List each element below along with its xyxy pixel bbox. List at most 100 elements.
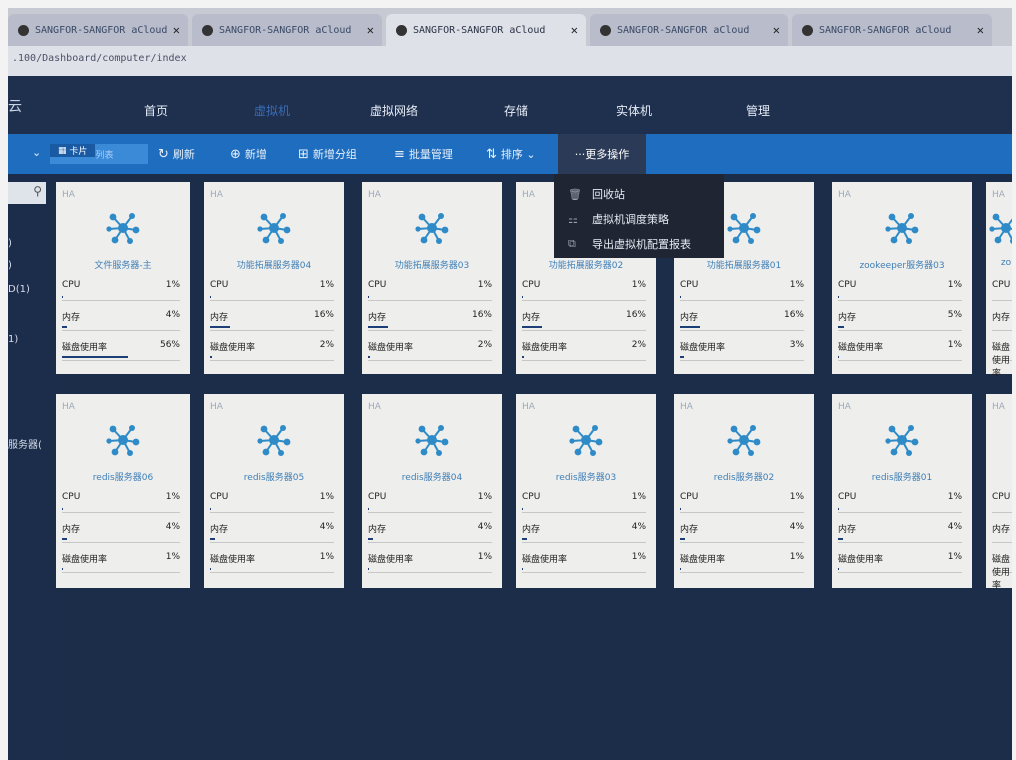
vm-name[interactable]: redis服务器05: [204, 470, 344, 483]
metric-label: CPU: [522, 280, 541, 290]
add-button[interactable]: ⊕ 新增: [230, 146, 267, 162]
ha-badge: HA: [992, 402, 1005, 412]
cpu-metric: CPU 1%: [838, 278, 962, 301]
vm-name[interactable]: redis服务器06: [56, 470, 190, 483]
memory-metric: 内存 16%: [210, 308, 334, 331]
close-tab-icon[interactable]: ✕: [571, 23, 578, 37]
vm-network-icon: [254, 208, 294, 248]
sort-icon: ⇅: [486, 146, 497, 162]
address-bar[interactable]: .100/Dashboard/computer/index: [8, 46, 1012, 76]
vm-name[interactable]: 功能拓展服务器01: [674, 258, 814, 271]
metric-value: 1%: [165, 552, 180, 562]
ha-badge: HA: [210, 190, 223, 200]
refresh-button[interactable]: ↻ 刷新: [158, 146, 195, 162]
browser-tab[interactable]: SANGFOR-SANGFOR aCloud ✕: [590, 14, 788, 46]
memory-metric: 内存 4%: [210, 520, 334, 543]
vm-card[interactable]: HA redis服务器03 CPU 1% 内存 4% 磁盘使用率 1%: [516, 394, 656, 588]
browser-tab[interactable]: SANGFOR-SANGFOR aCloud ✕: [192, 14, 382, 46]
vm-name[interactable]: 功能拓展服务器04: [204, 258, 344, 271]
sidebar-item[interactable]: ): [8, 238, 12, 249]
sidebar-item[interactable]: ): [8, 260, 12, 271]
metric-label: 内存: [210, 525, 229, 535]
refresh-icon: ↻: [158, 146, 169, 162]
close-tab-icon[interactable]: ✕: [977, 23, 984, 37]
menu-item-export-report[interactable]: ⧉ 导出虚拟机配置报表: [568, 236, 691, 252]
export-icon: ⧉: [568, 237, 576, 250]
sidebar-item[interactable]: D(1): [8, 284, 30, 295]
vm-network-icon: [103, 208, 143, 248]
sort-button[interactable]: ⇅ 排序 ⌄: [486, 146, 536, 162]
vm-name[interactable]: redis服务器01: [832, 470, 972, 483]
vm-card[interactable]: HA redis服务器06 CPU 1% 内存 4% 磁盘使用率 1%: [56, 394, 190, 588]
vm-card[interactable]: HA CPU 内存 磁盘使用率: [986, 394, 1012, 591]
nav-virtual-network[interactable]: 虚拟网络: [370, 102, 418, 119]
nav-storage[interactable]: 存储: [504, 102, 528, 119]
close-tab-icon[interactable]: ✕: [773, 23, 780, 37]
vm-name[interactable]: 功能拓展服务器03: [362, 258, 502, 271]
card-view-button[interactable]: ▦ 卡片: [50, 144, 96, 157]
vm-card[interactable]: HA zo CPU 内存 磁盘使用率: [986, 182, 1012, 379]
batch-icon: ≡: [394, 146, 405, 162]
vm-card[interactable]: HA redis服务器01 CPU 1% 内存 4% 磁盘使用率 1%: [832, 394, 972, 588]
vm-card[interactable]: HA redis服务器05 CPU 1% 内存 4% 磁盘使用率 1%: [204, 394, 344, 588]
metric-label: CPU: [62, 280, 81, 290]
vm-card[interactable]: HA 文件服务器-主 CPU 1% 内存 4% 磁盘使用率 56%: [56, 182, 190, 374]
usage-bar: [62, 538, 67, 540]
usage-bar: [368, 296, 370, 298]
metric-value: 16%: [625, 310, 646, 320]
browser-tab-active[interactable]: SANGFOR-SANGFOR aCloud ✕: [386, 14, 586, 46]
nav-home[interactable]: 首页: [144, 102, 168, 119]
vm-card[interactable]: HA 功能拓展服务器04 CPU 1% 内存 16% 磁盘使用率 2%: [204, 182, 344, 374]
vm-name[interactable]: 功能拓展服务器02: [516, 258, 656, 271]
vm-name[interactable]: redis服务器03: [516, 470, 656, 483]
metric-value: 1%: [477, 552, 492, 562]
vm-card[interactable]: HA zookeeper服务器03 CPU 1% 内存 5% 磁盘使用率 1%: [832, 182, 972, 374]
metric-label: CPU: [522, 492, 541, 502]
memory-metric: 内存: [992, 308, 1012, 331]
usage-bar: [210, 296, 212, 298]
browser-tab[interactable]: SANGFOR-SANGFOR aCloud ✕: [792, 14, 992, 46]
vm-card[interactable]: HA redis服务器04 CPU 1% 内存 4% 磁盘使用率 1%: [362, 394, 502, 588]
vm-name[interactable]: redis服务器02: [674, 470, 814, 483]
sidebar-item[interactable]: 服务器(: [8, 436, 42, 451]
usage-bar: [210, 356, 213, 358]
more-actions-button[interactable]: ··· 更多操作: [558, 134, 646, 174]
close-tab-icon[interactable]: ✕: [173, 23, 180, 37]
vm-card[interactable]: HA redis服务器02 CPU 1% 内存 4% 磁盘使用率 1%: [674, 394, 814, 588]
batch-manage-button[interactable]: ≡ 批量管理: [394, 146, 453, 162]
sidebar-item[interactable]: 1): [8, 334, 18, 345]
metric-label: CPU: [838, 492, 857, 502]
nav-management[interactable]: 管理: [746, 102, 770, 119]
disk-metric: 磁盘使用率 1%: [210, 550, 334, 573]
metric-value: 2%: [477, 340, 492, 350]
metric-label: 磁盘使用率: [210, 343, 256, 353]
vm-name[interactable]: redis服务器04: [362, 470, 502, 483]
search-input[interactable]: ⚲: [8, 182, 46, 204]
list-view-label: 列表: [95, 150, 114, 161]
nav-vm[interactable]: 虚拟机: [254, 102, 290, 119]
vm-card[interactable]: HA 功能拓展服务器03 CPU 1% 内存 16% 磁盘使用率 2%: [362, 182, 502, 374]
sangfor-favicon-icon: [18, 24, 29, 36]
usage-bar: [62, 568, 64, 570]
metric-value: 4%: [947, 522, 962, 532]
usage-bar: [838, 568, 840, 570]
action-toolbar: ⌄ ▦ 卡片 ☰ 列表 ↻刷新 ⊕新增 ⊞新增分组 ≡批量管理 ⇅排序 ⌄ ··…: [8, 134, 1012, 174]
usage-bar: [210, 538, 215, 540]
usage-bar: [62, 326, 67, 328]
chevron-down-icon[interactable]: ⌄: [32, 146, 41, 159]
nav-physical-host[interactable]: 实体机: [616, 102, 652, 119]
cpu-metric: CPU 1%: [210, 490, 334, 513]
menu-item-schedule-policy[interactable]: ⚏ 虚拟机调度策略: [568, 211, 669, 227]
browser-tab-bar: SANGFOR-SANGFOR aCloud ✕ SANGFOR-SANGFOR…: [8, 8, 1012, 46]
close-tab-icon[interactable]: ✕: [367, 23, 374, 37]
vm-name[interactable]: 文件服务器-主: [56, 258, 190, 271]
metric-value: 16%: [313, 310, 334, 320]
metric-value: 1%: [477, 280, 492, 290]
disk-metric: 磁盘使用率 1%: [368, 550, 492, 573]
vm-name[interactable]: zo: [986, 258, 1012, 268]
add-group-button[interactable]: ⊞ 新增分组: [298, 146, 357, 162]
vm-name[interactable]: zookeeper服务器03: [832, 258, 972, 271]
menu-item-recycle-bin[interactable]: 🗑 回收站: [568, 186, 625, 202]
cpu-metric: CPU 1%: [62, 490, 180, 513]
browser-tab[interactable]: SANGFOR-SANGFOR aCloud ✕: [8, 14, 188, 46]
